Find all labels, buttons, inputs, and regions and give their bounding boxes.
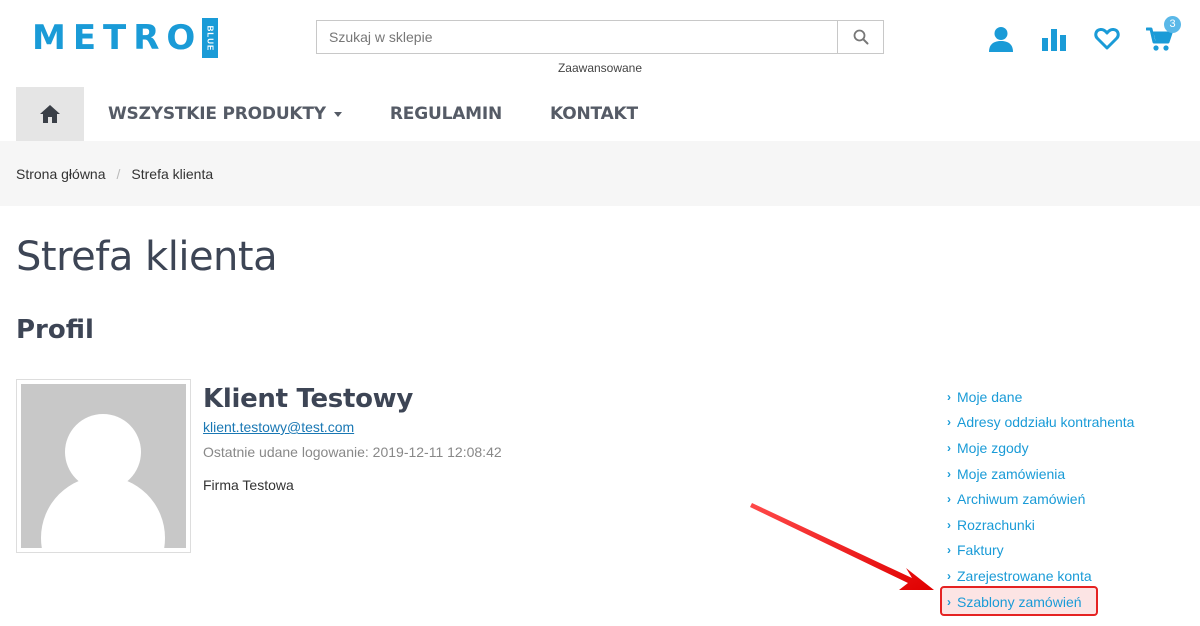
menu-item-archiwum[interactable]: › Archiwum zamówień [947,486,1134,512]
cart-count-badge: 3 [1164,16,1181,33]
menu-item-rozrachunki[interactable]: › Rozrachunki [947,512,1134,538]
wishlist-button[interactable] [1092,24,1122,54]
menu-item-zarejestrowane-konta[interactable]: › Zarejestrowane konta [947,563,1134,589]
chevron-right-icon: › [947,389,951,404]
chevron-right-icon: › [947,415,951,430]
nav-all-products-label: WSZYSTKIE PRODUKTY [108,104,326,124]
section-title: Profil [16,315,94,345]
menu-item-label: Szablony zamówień [957,593,1082,610]
cart-button[interactable]: 3 [1145,16,1181,54]
profile-email-link[interactable]: klient.testowy@test.com [203,419,354,435]
menu-item-label: Adresy oddziału kontrahenta [957,414,1135,431]
account-button[interactable] [986,24,1016,54]
breadcrumb-home[interactable]: Strona główna [16,166,106,182]
chevron-right-icon: › [947,492,951,507]
menu-item-label: Moje dane [957,388,1023,405]
chevron-right-icon: › [947,440,951,455]
breadcrumb-separator: / [116,165,121,182]
chevron-right-icon: › [947,594,951,609]
avatar [16,379,191,553]
menu-item-moje-dane[interactable]: › Moje dane [947,384,1134,410]
menu-item-moje-zgody[interactable]: › Moje zgody [947,435,1134,461]
site-header: METRO BLUE Zaawansowane [0,0,1200,86]
last-login-info: Ostatnie udane logowanie: 2019-12-11 12:… [203,444,502,460]
header-icons: 3 [986,16,1181,54]
search-button[interactable] [837,21,883,53]
profile-company: Firma Testowa [203,477,294,493]
nav-regulamin[interactable]: REGULAMIN [390,104,502,124]
nav-all-products[interactable]: WSZYSTKIE PRODUKTY [108,104,342,124]
search-bar [316,20,884,54]
main-navigation: WSZYSTKIE PRODUKTY REGULAMIN KONTAKT [16,87,638,141]
compare-button[interactable] [1039,24,1069,54]
caret-down-icon [333,111,342,117]
avatar-placeholder-icon [21,384,186,548]
chart-icon [1042,29,1066,51]
profile-name: Klient Testowy [203,384,414,414]
user-icon [989,27,1013,52]
chevron-right-icon: › [947,466,951,481]
logo-badge: BLUE [202,18,219,58]
nav-kontakt[interactable]: KONTAKT [550,104,638,124]
menu-item-label: Zarejestrowane konta [957,567,1092,584]
heart-icon [1094,27,1120,50]
logo-text: METRO [32,18,203,58]
home-icon [40,105,60,123]
breadcrumb: Strona główna / Strefa klienta [0,141,1200,206]
menu-item-label: Archiwum zamówień [957,491,1086,508]
search-input[interactable] [317,21,837,53]
menu-item-label: Moje zamówienia [957,465,1066,482]
menu-item-moje-zamowienia[interactable]: › Moje zamówienia [947,461,1134,487]
metro-logo[interactable]: METRO BLUE [32,18,219,58]
menu-item-szablony-zamowien[interactable]: › Szablony zamówień [947,589,1134,615]
breadcrumb-current: Strefa klienta [131,165,214,182]
menu-item-faktury[interactable]: › Faktury [947,538,1134,564]
chevron-right-icon: › [947,568,951,583]
menu-item-label: Rozrachunki [957,516,1035,533]
chevron-right-icon: › [947,517,951,532]
account-menu: › Moje dane › Adresy oddziału kontrahenta … [947,384,1134,614]
chevron-right-icon: › [947,543,951,558]
page-title: Strefa klienta [16,234,278,280]
nav-home-button[interactable] [16,87,84,141]
menu-item-label: Moje zgody [957,439,1029,456]
menu-item-label: Faktury [957,542,1004,559]
advanced-search-link[interactable]: Zaawansowane [540,61,660,75]
menu-item-adresy[interactable]: › Adresy oddziału kontrahenta [947,410,1134,436]
search-icon [853,29,868,45]
